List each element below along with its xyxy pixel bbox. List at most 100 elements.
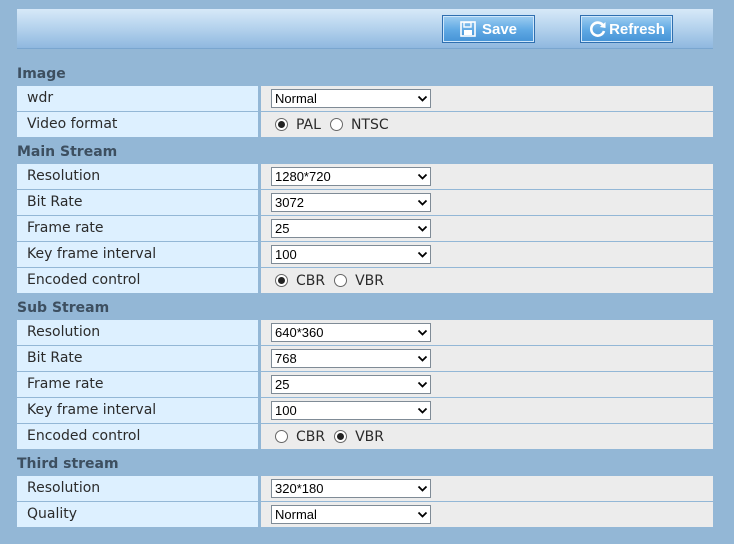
pal-radio-label: PAL [296, 116, 321, 133]
main-key-frame-interval-value-cell: 100 [261, 242, 713, 267]
refresh-button[interactable]: Refresh [580, 15, 673, 43]
sub-key-frame-interval-value-cell: 100 [261, 398, 713, 423]
row-third-resolution: Resolution 320*180 [17, 476, 713, 501]
sub-cbr-radio-label: CBR [296, 428, 326, 445]
sub-encoded-control-radio-group: CBR VBR [275, 424, 393, 449]
refresh-icon [590, 21, 606, 37]
main-encoded-control-value-cell: CBR VBR [261, 268, 713, 293]
row-sub-frame-rate: Frame rate 25 [17, 372, 713, 397]
main-frame-rate-select-value: 25 [275, 221, 290, 236]
third-quality-label: Quality [17, 502, 258, 527]
save-button[interactable]: Save [442, 15, 535, 43]
section-title-image: Image [17, 66, 66, 82]
chevron-down-icon [417, 173, 428, 180]
chevron-down-icon [417, 485, 428, 492]
third-resolution-select[interactable]: 320*180 [271, 479, 431, 498]
main-vbr-radio-label: VBR [355, 272, 385, 289]
row-third-quality: Quality Normal [17, 502, 713, 527]
main-vbr-radio[interactable] [334, 274, 348, 287]
chevron-down-icon [417, 511, 428, 518]
sub-resolution-select-value: 640*360 [275, 325, 324, 340]
row-main-key-frame-interval: Key frame interval 100 [17, 242, 713, 267]
sub-frame-rate-value-cell: 25 [261, 372, 713, 397]
wdr-select-value: Normal [275, 91, 317, 106]
sub-vbr-radio[interactable] [334, 430, 348, 443]
wdr-label: wdr [17, 86, 258, 111]
floppy-disk-icon [460, 21, 476, 37]
main-encoded-control-radio-group: CBR VBR [275, 268, 393, 293]
save-label: Save [481, 20, 518, 38]
video-format-label: Video format [17, 112, 258, 137]
sub-key-frame-interval-select-value: 100 [275, 403, 297, 418]
sub-key-frame-interval-select[interactable]: 100 [271, 401, 431, 420]
sub-frame-rate-select-value: 25 [275, 377, 290, 392]
sub-vbr-radio-label: VBR [355, 428, 385, 445]
main-resolution-label: Resolution [17, 164, 258, 189]
pal-radio[interactable] [275, 118, 288, 131]
chevron-down-icon [417, 251, 428, 258]
main-cbr-radio-label: CBR [296, 272, 326, 289]
main-bit-rate-select[interactable]: 3072 [271, 193, 431, 212]
main-bit-rate-value-cell: 3072 [261, 190, 713, 215]
sub-bit-rate-label: Bit Rate [17, 346, 258, 371]
main-key-frame-interval-label: Key frame interval [17, 242, 258, 267]
main-frame-rate-value-cell: 25 [261, 216, 713, 241]
chevron-down-icon [417, 407, 428, 414]
ntsc-radio[interactable] [329, 118, 343, 131]
third-resolution-value-cell: 320*180 [261, 476, 713, 501]
sub-bit-rate-value-cell: 768 [261, 346, 713, 371]
sub-bit-rate-select-value: 768 [275, 351, 297, 366]
row-sub-key-frame-interval: Key frame interval 100 [17, 398, 713, 423]
main-cbr-radio[interactable] [275, 274, 288, 287]
chevron-down-icon [417, 95, 428, 102]
chevron-down-icon [417, 329, 428, 336]
row-main-resolution: Resolution 1280*720 [17, 164, 713, 189]
third-resolution-label: Resolution [17, 476, 258, 501]
refresh-label: Refresh [609, 20, 665, 38]
main-resolution-select[interactable]: 1280*720 [271, 167, 431, 186]
sub-resolution-select[interactable]: 640*360 [271, 323, 431, 342]
main-bit-rate-label: Bit Rate [17, 190, 258, 215]
third-resolution-select-value: 320*180 [275, 481, 324, 496]
sub-frame-rate-label: Frame rate [17, 372, 258, 397]
row-sub-bit-rate: Bit Rate 768 [17, 346, 713, 371]
main-frame-rate-select[interactable]: 25 [271, 219, 431, 238]
ntsc-radio-label: NTSC [350, 116, 389, 133]
main-resolution-value-cell: 1280*720 [261, 164, 713, 189]
main-encoded-control-label: Encoded control [17, 268, 258, 293]
sub-cbr-radio[interactable] [275, 430, 288, 443]
section-title-third-stream: Third stream [17, 456, 119, 472]
sub-encoded-control-label: Encoded control [17, 424, 258, 449]
video-format-value-cell: PAL NTSC [261, 112, 713, 137]
row-wdr: wdr Normal [17, 86, 713, 111]
chevron-down-icon [417, 225, 428, 232]
main-bit-rate-select-value: 3072 [275, 195, 304, 210]
main-resolution-select-value: 1280*720 [275, 169, 331, 184]
third-quality-select-value: Normal [275, 507, 317, 522]
toolbar: Save Refresh [17, 9, 713, 49]
sub-resolution-label: Resolution [17, 320, 258, 345]
sub-bit-rate-select[interactable]: 768 [271, 349, 431, 368]
row-sub-resolution: Resolution 640*360 [17, 320, 713, 345]
row-video-format: Video format PAL NTSC [17, 112, 713, 137]
main-key-frame-interval-select-value: 100 [275, 247, 297, 262]
wdr-value-cell: Normal [261, 86, 713, 111]
wdr-select[interactable]: Normal [271, 89, 431, 108]
sub-resolution-value-cell: 640*360 [261, 320, 713, 345]
row-main-frame-rate: Frame rate 25 [17, 216, 713, 241]
row-main-bit-rate: Bit Rate 3072 [17, 190, 713, 215]
section-title-sub-stream: Sub Stream [17, 300, 110, 316]
chevron-down-icon [417, 199, 428, 206]
row-main-encoded-control: Encoded control CBR VBR [17, 268, 713, 293]
third-quality-select[interactable]: Normal [271, 505, 431, 524]
video-format-radio-group: PAL NTSC [275, 112, 398, 137]
section-title-main-stream: Main Stream [17, 144, 118, 160]
chevron-down-icon [417, 381, 428, 388]
row-sub-encoded-control: Encoded control CBR VBR [17, 424, 713, 449]
main-frame-rate-label: Frame rate [17, 216, 258, 241]
sub-key-frame-interval-label: Key frame interval [17, 398, 258, 423]
third-quality-value-cell: Normal [261, 502, 713, 527]
sub-frame-rate-select[interactable]: 25 [271, 375, 431, 394]
sub-encoded-control-value-cell: CBR VBR [261, 424, 713, 449]
main-key-frame-interval-select[interactable]: 100 [271, 245, 431, 264]
